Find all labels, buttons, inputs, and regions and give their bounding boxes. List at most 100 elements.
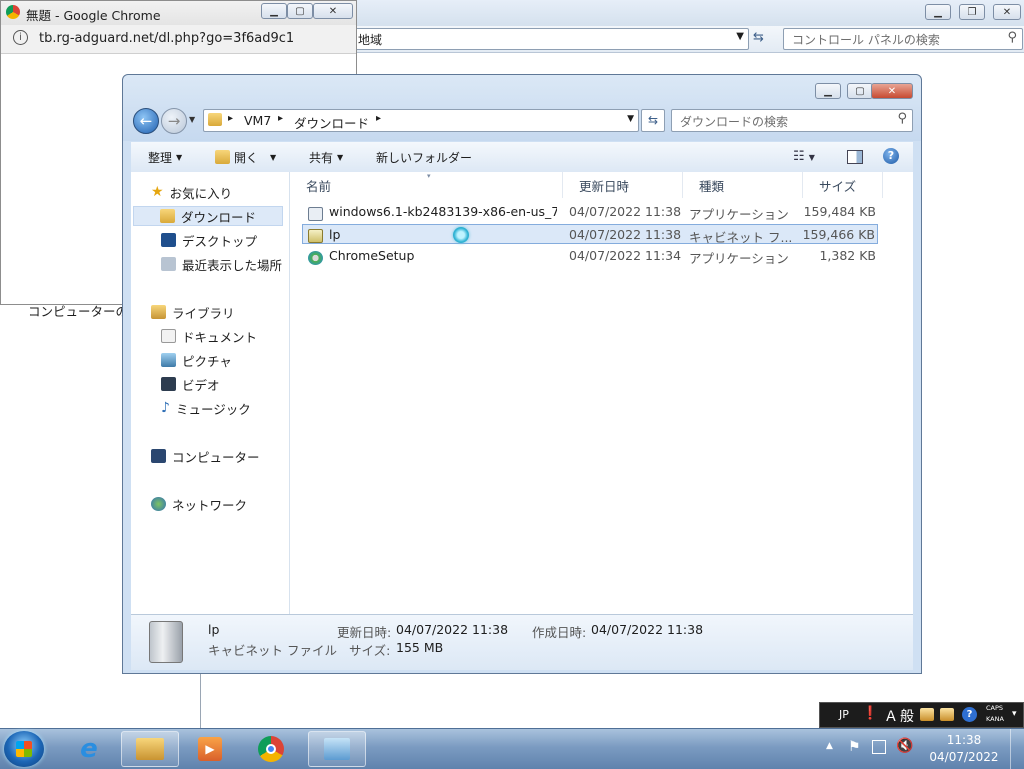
file-modified: 04/07/2022 11:34 [569,248,682,263]
nav-libraries-label: ライブラリ [172,305,235,321]
action-center-flag-icon[interactable]: ⚑ [848,739,861,755]
libraries-icon [151,305,166,319]
column-modified-label: 更新日時 [579,178,630,194]
taskbar-control-panel[interactable] [308,731,366,767]
network-tray-icon[interactable] [872,740,886,754]
ime-pad-icon[interactable] [920,708,934,721]
explorer-close-button[interactable]: ✕ [871,83,913,99]
forward-button[interactable]: → [161,108,187,134]
column-size[interactable]: サイズ [803,172,883,198]
taskbar-media-player[interactable]: ▶ [181,731,239,767]
back-button[interactable]: ← [133,108,159,134]
nav-network[interactable]: ネットワーク [151,494,247,514]
column-modified[interactable]: 更新日時 [563,172,683,198]
start-button[interactable] [4,731,44,767]
taskbar-explorer[interactable] [121,731,179,767]
view-options-icon[interactable]: ☷ ▼ [793,149,815,164]
breadcrumb-chevron-icon[interactable]: ▸ [278,113,283,124]
file-row-selected[interactable]: lp 04/07/2022 11:38 キャビネット フ... 159,466 … [302,224,878,245]
ime-mode-icon[interactable]: Ａ [884,706,898,726]
nav-recent[interactable]: 最近表示した場所 [161,254,282,274]
breadcrumb-chevron-icon[interactable]: ▸ [228,113,233,124]
file-row[interactable]: ChromeSetup 04/07/2022 11:34 アプリケーション 1,… [302,246,878,266]
chevron-down-icon[interactable]: ▼ [736,31,744,42]
address-field[interactable]: 地域 ▼ [351,28,749,50]
restore-button[interactable]: ❐ [959,4,985,20]
ime-tools-icon[interactable] [940,708,954,721]
address-dropdown-icon[interactable]: ▼ [627,114,634,124]
file-row[interactable]: windows6.1-kb2483139-x86-en-us_7... 04/0… [302,202,878,222]
nav-downloads[interactable]: ダウンロード [133,206,283,226]
explorer-search-input[interactable]: ダウンロードの検索 ⚲ [671,109,913,132]
info-icon[interactable]: i [13,30,28,45]
clock-date[interactable]: 04/07/2022 [924,750,1004,764]
explorer-window: ▁ ▢ ✕ ← → ▼ ▸ VM7 ▸ ダウンロード ▸ ▼ ⇆ ダウンロードの… [122,74,922,674]
column-type[interactable]: 種類 [683,172,803,198]
nav-desktop-label: デスクトップ [182,233,258,249]
search-icon[interactable]: ⚲ [897,111,907,126]
chrome-url-bar[interactable]: i tb.rg-adguard.net/dl.php?go=3f6ad9c1 [1,25,356,54]
ime-mode[interactable]: 般 [900,706,914,726]
breadcrumb-vm7[interactable]: VM7 [244,113,271,128]
pictures-icon [161,353,176,367]
chrome-minimize-button[interactable]: ▁ [261,3,287,19]
recent-pages-chevron-icon[interactable]: ▼ [189,115,195,124]
chrome-maximize-button[interactable]: ▢ [287,3,313,19]
details-size-label: サイズ: [349,643,391,658]
ime-help-icon[interactable]: ❗ [862,706,878,721]
show-hidden-icons-icon[interactable]: ▲ [826,741,833,751]
help-icon[interactable]: ? [883,148,899,164]
nav-desktop[interactable]: デスクトップ [161,230,257,250]
new-folder-label: 新しいフォルダー [376,150,473,165]
new-folder-button[interactable]: 新しいフォルダー [376,149,472,165]
taskbar-chrome[interactable] [242,731,300,767]
open-button[interactable]: 開く ▼ [215,149,276,165]
explorer-minimize-button[interactable]: ▁ [815,83,841,99]
search-icon[interactable]: ⚲ [1007,30,1017,45]
nav-favorites[interactable]: ★ お気に入り [151,182,232,202]
nav-computer[interactable]: コンピューター [151,446,260,466]
control-panel-search-input[interactable]: コントロール パネルの検索 ⚲ [783,28,1023,50]
nav-documents[interactable]: ドキュメント [161,326,257,346]
nav-videos[interactable]: ビデオ [161,374,220,394]
nav-network-label: ネットワーク [172,497,248,513]
chrome-url-text[interactable]: tb.rg-adguard.net/dl.php?go=3f6ad9c1 [39,31,294,46]
nav-pictures[interactable]: ピクチャ [161,350,232,370]
share-button[interactable]: 共有 ▼ [309,149,343,165]
minimize-button[interactable]: ▁ [925,4,951,20]
organize-label: 整理 [148,150,173,165]
chrome-icon [258,736,284,762]
network-icon [151,497,166,511]
explorer-address-bar[interactable]: ▸ VM7 ▸ ダウンロード ▸ ▼ [203,109,639,132]
preview-pane-icon[interactable] [847,150,863,164]
ime-language[interactable]: JP [839,708,849,721]
clock-time[interactable]: 11:38 [924,733,1004,747]
ime-options-icon[interactable]: ▾ [1012,709,1017,719]
refresh-icon[interactable]: ⇆ [641,109,665,132]
nav-music[interactable]: ♪ ミュージック [161,398,251,418]
taskbar-ie[interactable]: e [60,731,118,767]
recent-places-icon [161,257,176,271]
star-icon: ★ [151,184,164,200]
nav-recent-label: 最近表示した場所 [182,257,283,273]
application-icon [308,205,323,221]
chrome-close-button[interactable]: ✕ [313,3,353,19]
details-created-label: 作成日時: [532,625,587,640]
refresh-icon[interactable]: ⇆ [753,30,764,45]
explorer-maximize-button[interactable]: ▢ [847,83,873,99]
file-type: アプリケーション [689,207,789,222]
help-icon[interactable]: ? [962,707,977,722]
control-panel-icon [324,738,350,760]
address-text: 地域 [358,33,383,47]
show-desktop-button[interactable] [1010,729,1024,769]
organize-button[interactable]: 整理 ▼ [148,149,182,165]
nav-documents-label: ドキュメント [182,329,258,345]
close-button[interactable]: ✕ [993,4,1021,20]
file-type: アプリケーション [689,251,789,266]
breadcrumb-chevron-icon[interactable]: ▸ [376,113,381,124]
breadcrumb-downloads[interactable]: ダウンロード [294,113,369,132]
nav-libraries[interactable]: ライブラリ [151,302,235,322]
chrome-logo-icon [6,5,20,19]
volume-muted-icon[interactable]: 🔇 [896,738,913,754]
ime-language-bar: JP ❗ Ａ 般 ? CAPS KANA ▾ [819,702,1024,728]
